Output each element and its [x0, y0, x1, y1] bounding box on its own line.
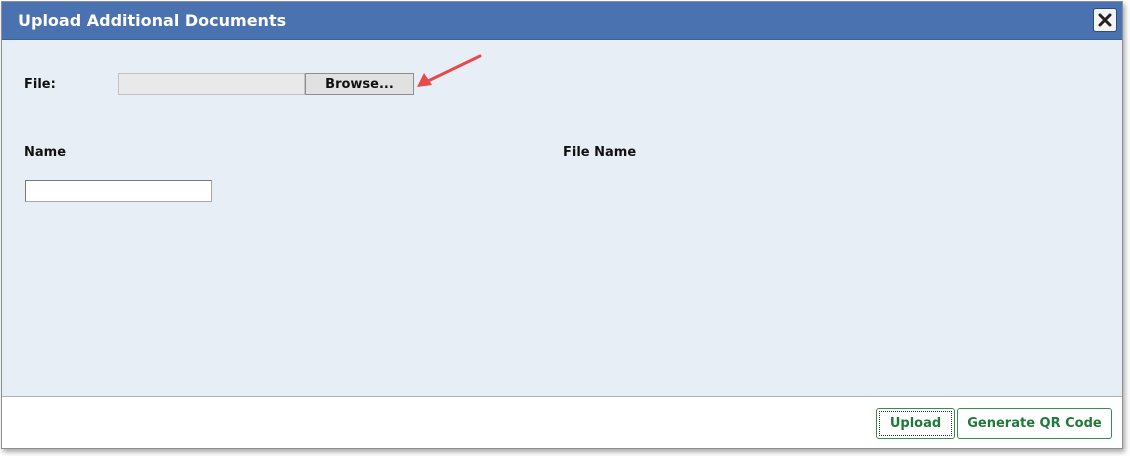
file-label: File: [24, 77, 56, 92]
upload-button[interactable]: Upload [876, 408, 955, 439]
file-path-field[interactable] [118, 73, 305, 95]
dialog-title: Upload Additional Documents [18, 11, 287, 30]
generate-qr-code-button[interactable]: Generate QR Code [957, 408, 1112, 439]
name-column-header: Name [24, 145, 67, 160]
close-icon [1098, 13, 1112, 27]
close-button[interactable] [1093, 8, 1117, 32]
browse-button[interactable]: Browse... [305, 73, 414, 95]
dialog-titlebar: Upload Additional Documents [2, 2, 1122, 40]
name-input[interactable] [25, 180, 212, 202]
annotation-arrow-icon [417, 54, 482, 87]
file-name-column-header: File Name [563, 145, 637, 160]
dialog-footer: Upload Generate QR Code [2, 396, 1122, 448]
file-upload-control[interactable]: Browse... [118, 73, 414, 95]
upload-dialog: Upload Additional Documents File: Browse… [1, 1, 1123, 449]
